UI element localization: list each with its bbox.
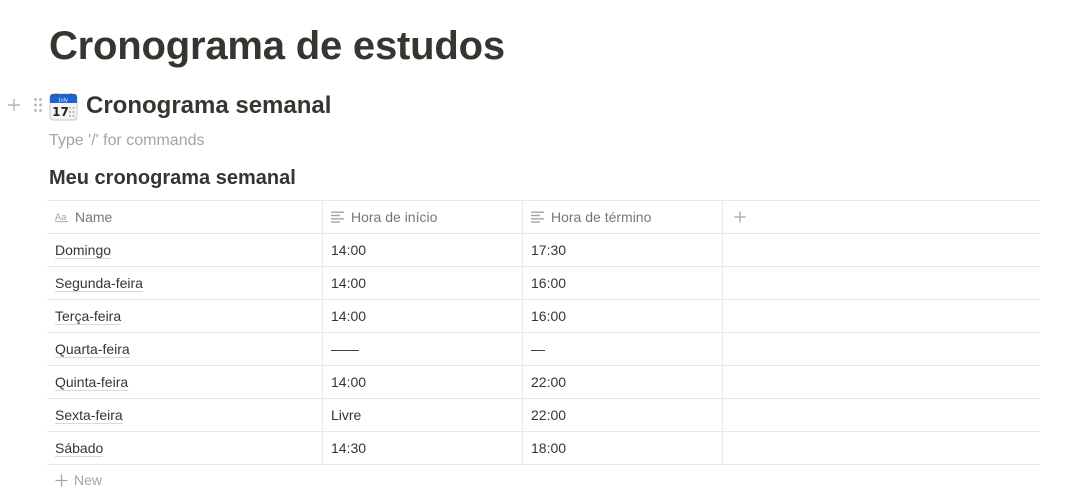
end-time-cell[interactable]: 16:00	[523, 267, 723, 299]
text-lines-icon	[531, 210, 545, 224]
empty-cell	[723, 366, 1040, 398]
column-header-label: Hora de início	[351, 209, 438, 225]
text-lines-icon	[331, 210, 345, 224]
name-cell[interactable]: Sábado	[47, 432, 323, 464]
section-heading-text: Cronograma semanal	[86, 92, 332, 119]
svg-text:17: 17	[52, 105, 69, 119]
plus-icon[interactable]	[733, 210, 747, 224]
row-name[interactable]: Domingo	[55, 242, 112, 259]
start-time-cell[interactable]: Livre	[323, 399, 523, 431]
new-row-button[interactable]: New	[47, 465, 1040, 495]
row-name[interactable]: Terça-feira	[55, 308, 122, 325]
empty-cell	[723, 234, 1040, 266]
svg-text:Aa: Aa	[55, 212, 67, 222]
title-aa-icon: Aa	[55, 210, 69, 224]
table-row[interactable]: Quinta-feira 14:00 22:00	[47, 366, 1040, 399]
name-cell[interactable]: Segunda-feira	[47, 267, 323, 299]
end-time-cell[interactable]: 22:00	[523, 366, 723, 398]
svg-text:July: July	[58, 97, 68, 103]
table-row[interactable]: Domingo 14:00 17:30	[47, 234, 1040, 267]
empty-cell	[723, 432, 1040, 464]
command-placeholder[interactable]: Type '/' for commands	[49, 131, 205, 151]
end-time-cell[interactable]: 18:00	[523, 432, 723, 464]
name-cell[interactable]: Quinta-feira	[47, 366, 323, 398]
section-heading[interactable]: July 17 Cronograma semanal	[49, 90, 331, 122]
column-header-label: Hora de término	[551, 209, 652, 225]
table-row[interactable]: Sábado 14:30 18:00	[47, 432, 1040, 465]
name-cell[interactable]: Quarta-feira	[47, 333, 323, 365]
start-time-cell[interactable]: 14:00	[323, 234, 523, 266]
database-title[interactable]: Meu cronograma semanal	[49, 166, 296, 190]
start-time-cell[interactable]: 14:30	[323, 432, 523, 464]
start-time-cell[interactable]: ——	[323, 333, 523, 365]
block-controls	[6, 94, 46, 116]
row-name[interactable]: Sexta-feira	[55, 407, 123, 424]
table-row[interactable]: Quarta-feira —— —	[47, 333, 1040, 366]
empty-cell	[723, 333, 1040, 365]
name-cell[interactable]: Sexta-feira	[47, 399, 323, 431]
table-row[interactable]: Terça-feira 14:00 16:00	[47, 300, 1040, 333]
row-name[interactable]: Sábado	[55, 440, 104, 457]
start-time-cell[interactable]: 14:00	[323, 366, 523, 398]
row-name[interactable]: Quarta-feira	[55, 341, 130, 358]
page-title[interactable]: Cronograma de estudos	[49, 20, 505, 72]
name-cell[interactable]: Domingo	[47, 234, 323, 266]
notion-page: Cronograma de estudos July 17 Cronograma…	[0, 0, 1065, 495]
calendar-icon: July 17	[49, 92, 78, 121]
table-row[interactable]: Sexta-feira Livre 22:00	[47, 399, 1040, 432]
column-header-start[interactable]: Hora de início	[323, 201, 523, 233]
end-time-cell[interactable]: 17:30	[523, 234, 723, 266]
column-header-name[interactable]: Aa Name	[47, 201, 323, 233]
plus-icon	[54, 473, 68, 487]
add-column-cell	[723, 201, 1040, 233]
column-header-label: Name	[75, 209, 113, 225]
row-name[interactable]: Segunda-feira	[55, 275, 143, 292]
database-table: Aa Name Hora de início Hora de término D…	[47, 200, 1040, 495]
start-time-cell[interactable]: 14:00	[323, 267, 523, 299]
drag-handle-icon[interactable]	[30, 95, 46, 115]
empty-cell	[723, 267, 1040, 299]
table-row[interactable]: Segunda-feira 14:00 16:00	[47, 267, 1040, 300]
name-cell[interactable]: Terça-feira	[47, 300, 323, 332]
row-name[interactable]: Quinta-feira	[55, 374, 129, 391]
start-time-cell[interactable]: 14:00	[323, 300, 523, 332]
end-time-cell[interactable]: 22:00	[523, 399, 723, 431]
column-header-end[interactable]: Hora de término	[523, 201, 723, 233]
end-time-cell[interactable]: —	[523, 333, 723, 365]
add-block-plus-icon[interactable]	[6, 95, 22, 115]
empty-cell	[723, 300, 1040, 332]
new-row-label: New	[74, 472, 103, 488]
empty-cell	[723, 399, 1040, 431]
table-header-row: Aa Name Hora de início Hora de término	[47, 201, 1040, 234]
end-time-cell[interactable]: 16:00	[523, 300, 723, 332]
